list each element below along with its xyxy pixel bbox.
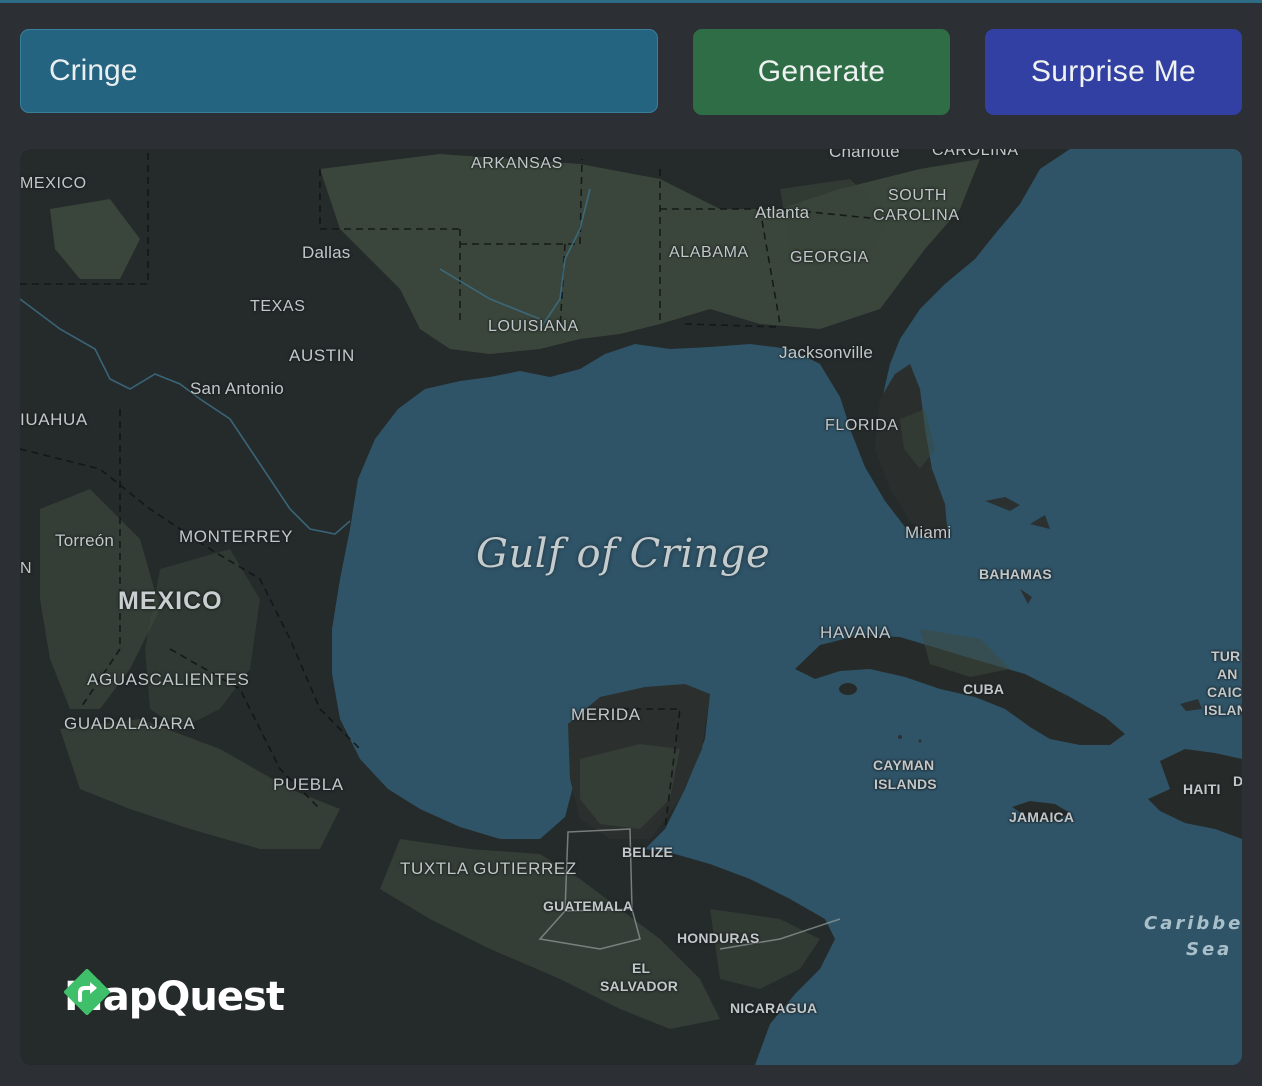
app-window: Generate Surprise Me	[0, 0, 1262, 1086]
map-label-nicaragua: NICARAGUA	[730, 1000, 818, 1016]
map-label-mexico: MEXICO	[118, 587, 223, 615]
map-label-salvador: SALVADOR	[600, 978, 679, 994]
map-label-san-antonio: San Antonio	[190, 379, 284, 398]
map-label-austin: AUSTIN	[289, 346, 355, 365]
map-label-texas: TEXAS	[250, 298, 306, 315]
map-label-jamaica: JAMAICA	[1009, 809, 1075, 825]
map-label-cayman-islands: ISLANDS	[874, 776, 937, 792]
map-label-carolina-north: CAROLINA	[932, 149, 1019, 159]
controls-bar: Generate Surprise Me	[20, 29, 1242, 115]
map-label-tuxtla-gutierrez: TUXTLA GUTIERREZ	[400, 859, 577, 878]
map-label-islan: ISLAN	[1204, 702, 1242, 718]
map-label-atlanta: Atlanta	[755, 203, 810, 222]
map-label-an: AN	[1217, 666, 1238, 682]
map-label-honduras: HONDURAS	[677, 930, 760, 946]
map-label-charlotte: Charlotte	[829, 149, 900, 161]
map-label-cuba: CUBA	[963, 681, 1005, 697]
map-label-south: SOUTH	[888, 187, 947, 204]
map-label-florida: FLORIDA	[825, 417, 899, 434]
mapquest-logo-icon	[64, 969, 110, 1015]
map-label-alabama: ALABAMA	[669, 244, 749, 261]
map-label-torreon: Torreón	[55, 531, 115, 550]
map-label-puebla: PUEBLA	[273, 775, 344, 794]
map-label-miami: Miami	[905, 523, 952, 542]
map-label-dallas: Dallas	[302, 243, 351, 262]
mapquest-brand[interactable]: MapQuest	[64, 969, 285, 1025]
map-label-south-carolina: CAROLINA	[873, 207, 960, 224]
map-label-merida: MERIDA	[571, 705, 641, 724]
map-label-haiti: HAITI	[1183, 781, 1221, 797]
map-label-d: D	[1233, 773, 1242, 789]
gulf-label: Gulf of Cringe	[476, 531, 771, 577]
caribbean-sea-line1: Caribbe	[1144, 913, 1242, 934]
map-label-caic: CAIC	[1207, 684, 1242, 700]
map-label-louisiana: LOUISIANA	[488, 318, 579, 335]
map-label-belize: BELIZE	[622, 844, 673, 860]
map-label-el: EL	[632, 960, 651, 976]
map-label-new-mexico: MEXICO	[20, 175, 87, 192]
map-label-jacksonville: Jacksonville	[779, 343, 874, 362]
generate-button[interactable]: Generate	[693, 29, 950, 115]
map-label-georgia: GEORGIA	[790, 249, 869, 266]
map-label-bahamas: BAHAMAS	[979, 566, 1052, 582]
map-label-havana: HAVANA	[820, 623, 891, 642]
search-input[interactable]	[20, 29, 658, 113]
map-view[interactable]: MEXICO ARKANSAS Charlotte CAROLINA SOUTH…	[20, 149, 1242, 1065]
map-label-arkansas: ARKANSAS	[471, 155, 563, 172]
map-label-aguascalientes: AGUASCALIENTES	[87, 670, 250, 689]
map-label-guadalajara: GUADALAJARA	[64, 714, 196, 733]
map-label-guatemala: GUATEMALA	[543, 898, 634, 914]
map-label-n: N	[20, 560, 33, 577]
map-label-cayman: CAYMAN	[873, 757, 935, 773]
map-label-chihuahua: IUAHUA	[20, 410, 88, 429]
surprise-me-button[interactable]: Surprise Me	[985, 29, 1242, 115]
map-label-tur: TUR	[1211, 648, 1241, 664]
caribbean-sea-label: Caribbe Sea	[1144, 911, 1242, 963]
map-label-monterrey: MONTERREY	[179, 527, 294, 546]
caribbean-sea-line2: Sea	[1186, 939, 1233, 960]
